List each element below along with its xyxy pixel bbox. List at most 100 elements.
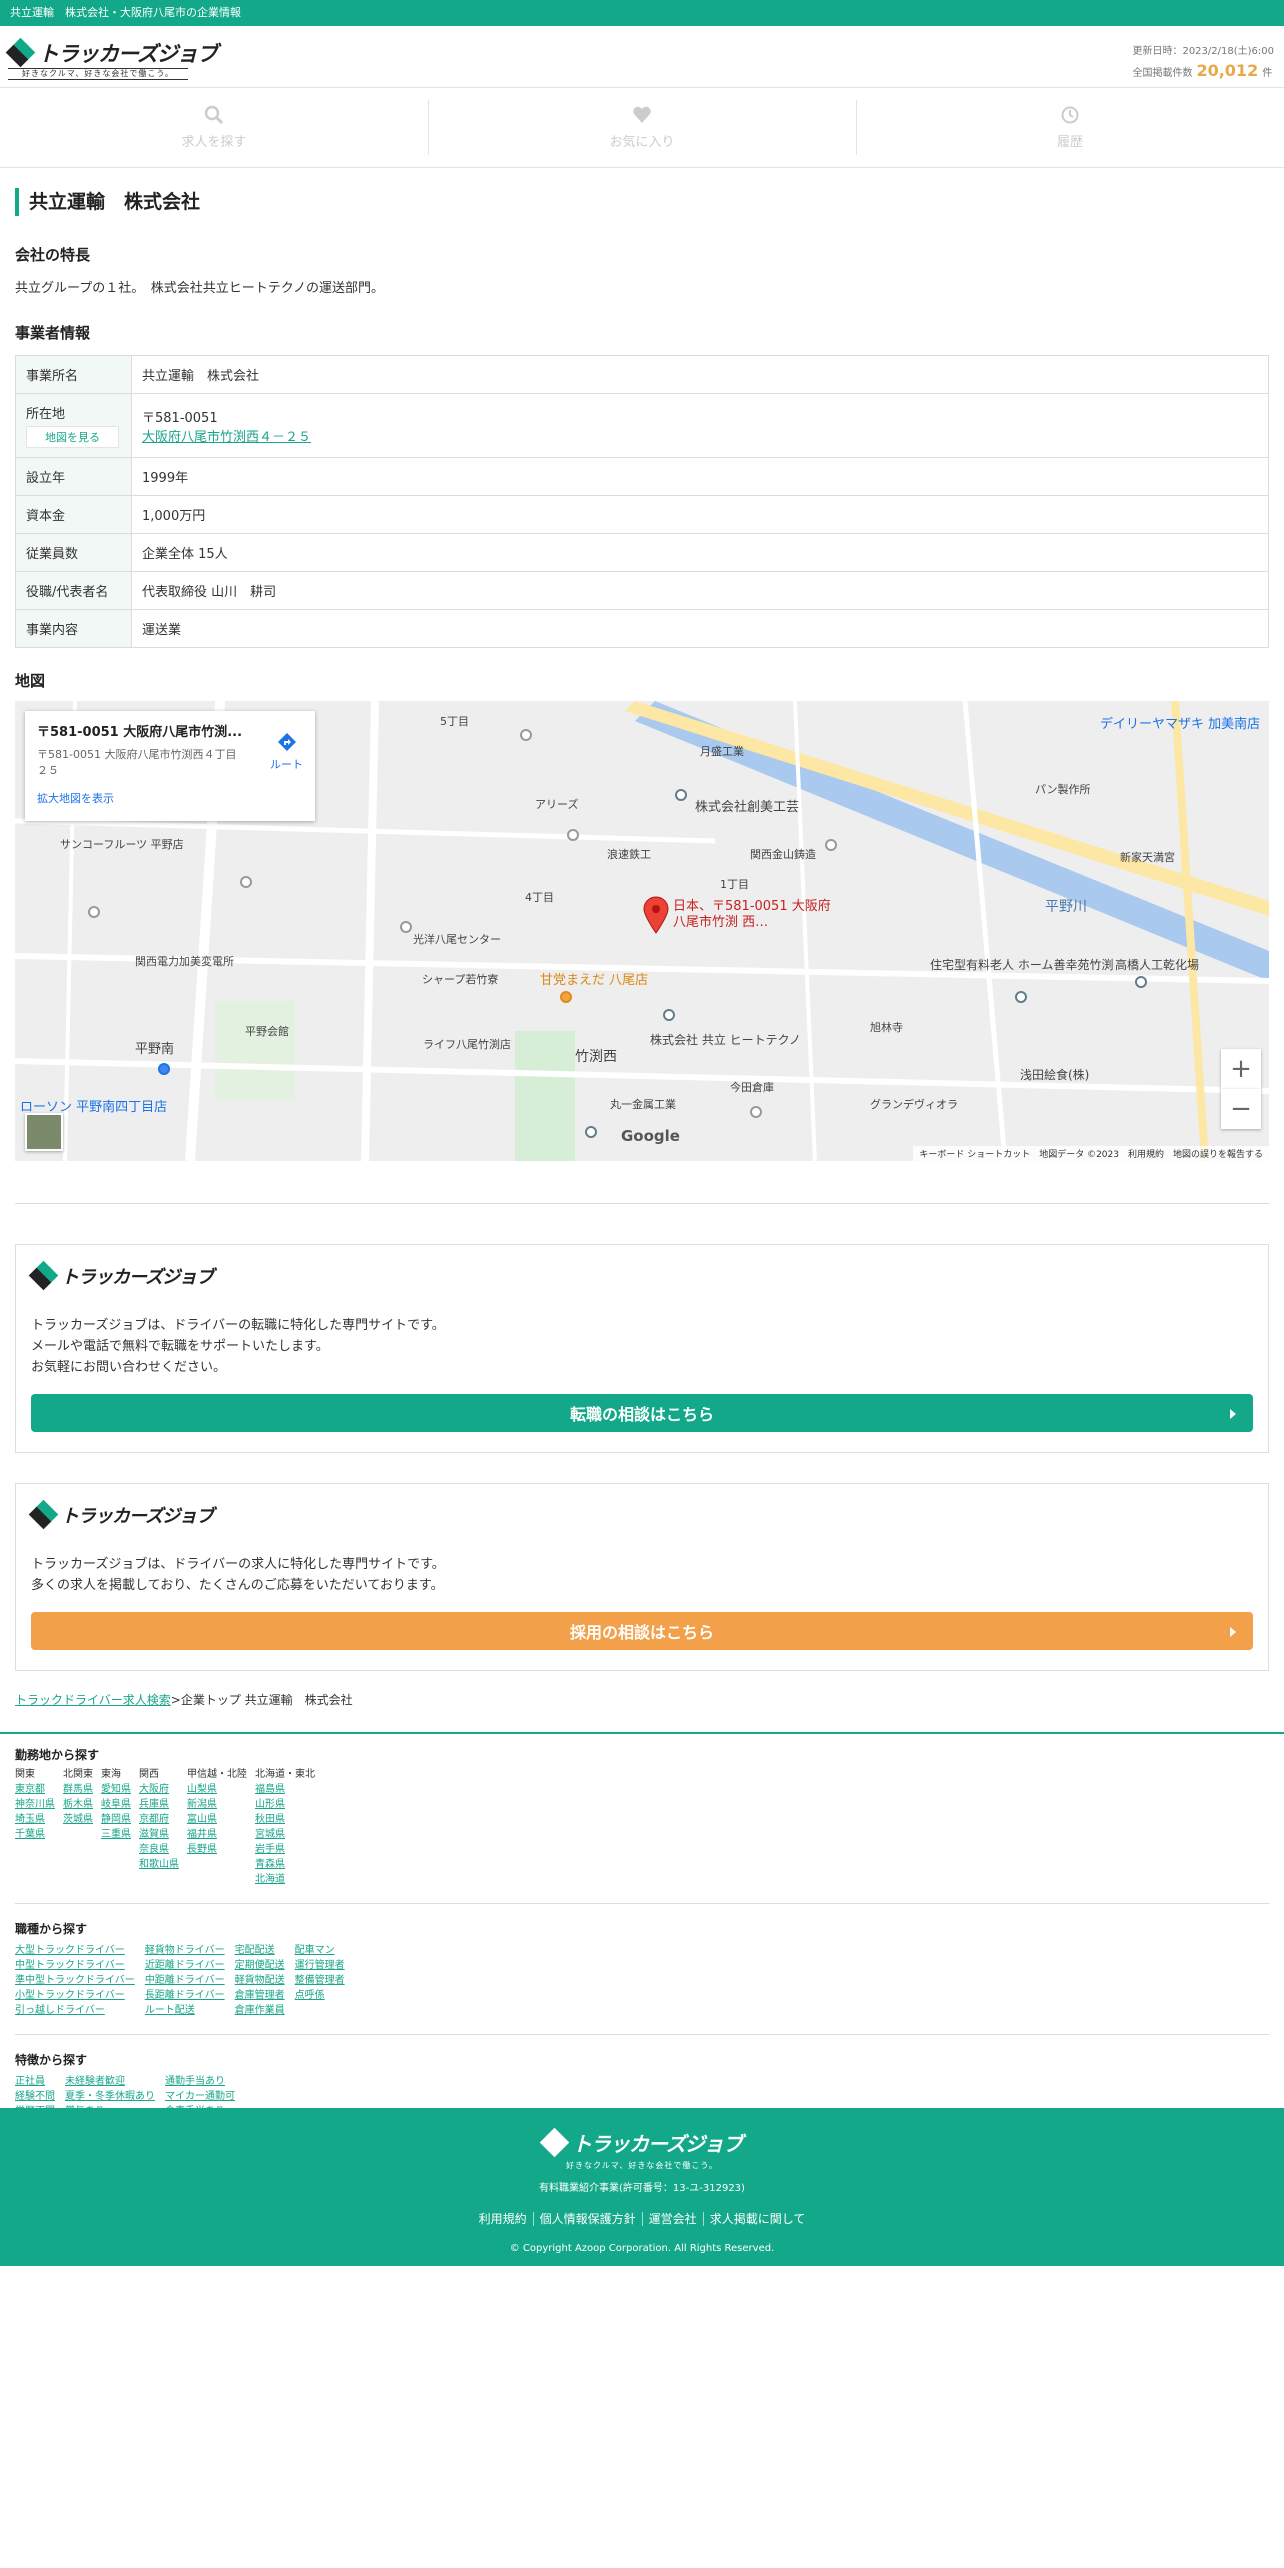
map-poi-pin-icon[interactable]	[675, 789, 687, 801]
map-poi-pin-icon[interactable]	[567, 829, 579, 841]
job-link[interactable]: 中型トラックドライバー	[15, 1958, 135, 1973]
tab-favorites[interactable]: お気に入り	[428, 88, 856, 167]
footer-link-terms[interactable]: 利用規約	[473, 2212, 533, 2226]
map-poi-pin-icon[interactable]	[825, 839, 837, 851]
map-poi-pin-icon[interactable]	[88, 906, 100, 918]
area-link[interactable]: 秋田県	[255, 1812, 315, 1827]
map-label: サンコーフルーツ 平野店	[60, 838, 184, 851]
job-link[interactable]: 小型トラックドライバー	[15, 1988, 135, 2003]
job-link[interactable]: 運行管理者	[295, 1958, 345, 1973]
map-poi-pin-icon[interactable]	[400, 921, 412, 933]
capital-label: 資本金	[15, 495, 132, 534]
area-link[interactable]: 岐阜県	[101, 1797, 131, 1812]
area-link[interactable]: 大阪府	[139, 1782, 179, 1797]
address-link[interactable]: 大阪府八尾市竹渕西４－２５	[142, 430, 311, 445]
area-heading: 勤務地から探す	[15, 1748, 100, 1762]
job-link[interactable]: 倉庫管理者	[235, 1988, 285, 2003]
job-link[interactable]: 点呼係	[295, 1988, 345, 2003]
area-link[interactable]: 滋賀県	[139, 1827, 179, 1842]
tab-search[interactable]: 求人を探す	[0, 88, 428, 167]
tab-history[interactable]: 履歴	[856, 88, 1284, 167]
map-poi-pin-icon[interactable]	[520, 729, 532, 741]
breadcrumb-link-search[interactable]: トラックドライバー求人検索	[15, 1693, 171, 1707]
map-poi-pin-icon[interactable]	[750, 1106, 762, 1118]
site-logo[interactable]: トラッカーズジョブ	[5, 37, 218, 68]
area-link[interactable]: 三重県	[101, 1827, 131, 1842]
area-link[interactable]: 神奈川県	[15, 1797, 55, 1812]
area-link[interactable]: 栃木県	[63, 1797, 93, 1812]
job-link[interactable]: 宅配配送	[235, 1943, 285, 1958]
restaurant-pin-icon[interactable]	[560, 991, 572, 1003]
nav-tabs: 求人を探す お気に入り 履歴	[0, 88, 1284, 168]
job-link[interactable]: 準中型トラックドライバー	[15, 1973, 135, 1988]
area-link[interactable]: 静岡県	[101, 1812, 131, 1827]
map-poi-pin-icon[interactable]	[663, 1009, 675, 1021]
map-poi-pin-icon[interactable]	[1015, 991, 1027, 1003]
area-link[interactable]: 愛知県	[101, 1782, 131, 1797]
area-link[interactable]: 京都府	[139, 1812, 179, 1827]
area-link[interactable]: 富山県	[187, 1812, 247, 1827]
satellite-toggle[interactable]	[25, 1113, 63, 1151]
google-map[interactable]: 月盛工業 株式会社創美工芸 アリーズ 浪速鉄工 関西金山鋳造 平野川 5丁目 4…	[15, 701, 1269, 1161]
feature-link[interactable]: 経験不問	[15, 2089, 55, 2104]
job-link[interactable]: 軽貨物配送	[235, 1973, 285, 1988]
area-link[interactable]: 長野県	[187, 1842, 247, 1857]
logo-text: トラッカーズジョブ	[38, 42, 218, 66]
area-link[interactable]: 兵庫県	[139, 1797, 179, 1812]
zoom-in-button[interactable]: +	[1221, 1049, 1261, 1089]
map-label: 平野会館	[245, 1025, 289, 1038]
job-link[interactable]: 引っ越しドライバー	[15, 2003, 135, 2018]
view-map-button[interactable]: 地図を見る	[26, 426, 119, 448]
feature-link[interactable]: 夏季・冬季休暇あり	[65, 2089, 155, 2104]
job-link[interactable]: 軽貨物ドライバー	[145, 1943, 225, 1958]
area-link[interactable]: 福井県	[187, 1827, 247, 1842]
area-link[interactable]: 青森県	[255, 1857, 315, 1872]
footer-link-privacy[interactable]: 個人情報保護方針	[532, 2211, 642, 2226]
job-link[interactable]: 定期便配送	[235, 1958, 285, 1973]
job-link[interactable]: 整備管理者	[295, 1973, 345, 1988]
employees-value: 企業全体 15人	[131, 533, 1269, 572]
area-link[interactable]: 千葉県	[15, 1827, 55, 1842]
area-link[interactable]: 岩手県	[255, 1842, 315, 1857]
area-link[interactable]: 宮城県	[255, 1827, 315, 1842]
area-link[interactable]: 福島県	[255, 1782, 315, 1797]
area-link[interactable]: 山形県	[255, 1797, 315, 1812]
job-link[interactable]: 倉庫作業員	[235, 2003, 285, 2018]
area-link[interactable]: 新潟県	[187, 1797, 247, 1812]
job-change-consult-button[interactable]: 転職の相談はこちら	[31, 1394, 1253, 1432]
area-link[interactable]: 埼玉県	[15, 1812, 55, 1827]
area-link[interactable]: 奈良県	[139, 1842, 179, 1857]
area-link[interactable]: 茨城県	[63, 1812, 93, 1827]
zoom-out-button[interactable]: −	[1221, 1089, 1261, 1129]
job-link[interactable]: ルート配送	[145, 2003, 225, 2018]
store-pin-icon[interactable]	[158, 1063, 170, 1075]
hiring-consult-button[interactable]: 採用の相談はこちら	[31, 1612, 1253, 1650]
area-link[interactable]: 群馬県	[63, 1782, 93, 1797]
area-link[interactable]: 北海道	[255, 1872, 315, 1887]
map-poi-pin-icon[interactable]	[1135, 976, 1147, 988]
address-cell: 〒581-0051 大阪府八尾市竹渕西４－２５	[131, 393, 1269, 458]
feature-link[interactable]: 通勤手当あり	[165, 2074, 245, 2089]
job-link[interactable]: 中距離ドライバー	[145, 1973, 225, 1988]
area-link[interactable]: 和歌山県	[139, 1857, 179, 1872]
feature-link[interactable]: マイカー通勤可	[165, 2089, 245, 2104]
footer-link-listing[interactable]: 求人掲載に関して	[702, 2211, 812, 2226]
job-link[interactable]: 大型トラックドライバー	[15, 1943, 135, 1958]
map-poi-pin-icon[interactable]	[240, 876, 252, 888]
map-attribution[interactable]: キーボード ショートカット 地図データ ©2023 利用規約 地図の誤りを報告す…	[913, 1146, 1269, 1161]
job-link[interactable]: 近距離ドライバー	[145, 1958, 225, 1973]
feature-link[interactable]: 未経験者歓迎	[65, 2074, 155, 2089]
view-larger-map-link[interactable]: 拡大地図を表示	[37, 790, 303, 806]
area-link[interactable]: 東京都	[15, 1782, 55, 1797]
name-value: 共立運輸 株式会社	[131, 355, 1269, 394]
footer-logo[interactable]: トラッカーズジョブ	[539, 2127, 743, 2157]
job-link[interactable]: 長距離ドライバー	[145, 1988, 225, 2003]
feature-link[interactable]: 正社員	[15, 2074, 55, 2089]
route-button[interactable]: ルート	[270, 731, 303, 772]
area-region-label: 北関東	[63, 1769, 93, 1780]
license-number: 有料職業紹介事業(許可番号：13-ユ-312923)	[539, 2182, 745, 2194]
footer-link-company[interactable]: 運営会社	[641, 2211, 703, 2226]
job-link[interactable]: 配車マン	[295, 1943, 345, 1958]
area-link[interactable]: 山梨県	[187, 1782, 247, 1797]
map-poi-pin-icon[interactable]	[585, 1126, 597, 1138]
